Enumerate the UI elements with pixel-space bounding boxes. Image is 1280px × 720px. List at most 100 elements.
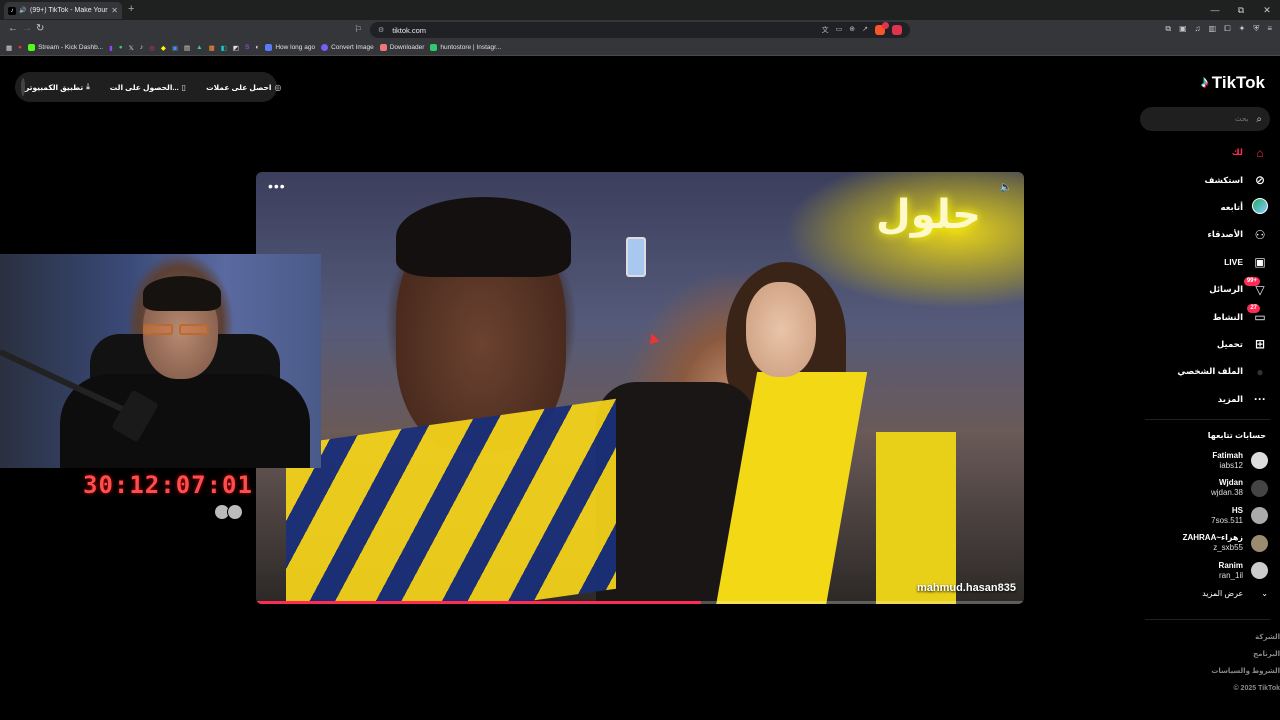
sidebar-item-profile[interactable]: الملف الشخصي ● bbox=[1158, 358, 1268, 385]
leo-icon[interactable]: ✦ bbox=[1239, 24, 1246, 34]
cast-icon[interactable]: ▭ bbox=[836, 25, 843, 35]
footer-link-company[interactable]: الشركة bbox=[1211, 629, 1280, 646]
video-scene-shape bbox=[626, 237, 646, 277]
volume-icon[interactable]: 🔈 bbox=[1000, 182, 1012, 193]
apps-grid-icon[interactable]: ▦ bbox=[6, 44, 12, 52]
video-username[interactable]: mahmud.hasan835 bbox=[917, 582, 1016, 594]
bookmark-icon[interactable]: ⚐ bbox=[354, 24, 362, 35]
list-item[interactable]: Fatimah iabs12 bbox=[1148, 447, 1268, 475]
close-tab-icon[interactable]: ✕ bbox=[111, 6, 118, 15]
sidebar-item-following[interactable]: أتابعه bbox=[1158, 194, 1268, 221]
pc-app-link[interactable]: تطبيق الكمبيوتر ⤓ bbox=[25, 82, 90, 92]
twitch-icon[interactable]: ▮ bbox=[109, 44, 113, 52]
bookmark-how-long-ago[interactable]: How long ago bbox=[265, 44, 315, 51]
video-scene-shape bbox=[396, 197, 571, 277]
list-item[interactable]: HS 7sos.511 bbox=[1148, 502, 1268, 530]
copyright: © 2025 TikTok bbox=[1233, 685, 1280, 692]
more-icon: ··· bbox=[1254, 392, 1266, 407]
sidebar-item-messages[interactable]: الرسائل ▽ 99+ bbox=[1158, 276, 1268, 303]
more-options-icon[interactable]: ••• bbox=[268, 178, 286, 194]
wallet-icon[interactable]: ▣ bbox=[1179, 24, 1187, 34]
show-more-button[interactable]: عرض المزيد ⌄ bbox=[1202, 589, 1268, 598]
share-icon[interactable]: ↗ bbox=[862, 25, 868, 35]
sidebar-item-explore[interactable]: استكشف ⊘ bbox=[1158, 166, 1268, 193]
puzzle-icon[interactable]: ⧉ bbox=[1165, 24, 1171, 34]
bookmark-icon-blue[interactable]: ▣ bbox=[172, 44, 178, 52]
search-input[interactable]: ⌕ بحث bbox=[1140, 107, 1270, 131]
extension-icons: ⧉ ▣ ♫ ▥ ⧠ ✦ ⛨ ≡ bbox=[1165, 24, 1272, 34]
footer-link-program[interactable]: البرنامج bbox=[1211, 646, 1280, 663]
sidebar-icon[interactable]: ▥ bbox=[1209, 24, 1217, 34]
tabs-icon[interactable]: ⧠ bbox=[1224, 24, 1230, 34]
bookmark-icon-dark[interactable]: ◩ bbox=[233, 44, 239, 52]
stream-timer: 30:12:07:01 bbox=[83, 471, 253, 499]
bookmark-convert-image[interactable]: Convert Image bbox=[321, 44, 374, 51]
search-icon[interactable]: ⌕ bbox=[1256, 114, 1262, 125]
video-player[interactable]: حلول ••• 🔈 mahmud.hasan835 bbox=[256, 172, 1024, 604]
browser-tab[interactable]: ♪ 🔊 (99+) TikTok - Make Your Day ✕ bbox=[4, 2, 122, 19]
list-item[interactable]: Wjdan wjdan.38 bbox=[1148, 475, 1268, 503]
avatar-icon bbox=[1252, 197, 1268, 217]
bookmark-downloader[interactable]: Downloader bbox=[379, 44, 424, 51]
tiktok-favicon-icon: ♪ bbox=[8, 6, 16, 15]
forward-button[interactable]: → bbox=[22, 23, 32, 34]
zoom-icon[interactable]: ⊕ bbox=[849, 25, 855, 35]
divider bbox=[1145, 419, 1270, 420]
music-icon[interactable]: ♫ bbox=[1195, 24, 1201, 34]
messages-badge: 99+ bbox=[1243, 276, 1260, 286]
speaker-icon[interactable]: 🔊 bbox=[19, 7, 27, 15]
list-item[interactable]: Ranim ran_1il bbox=[1148, 557, 1268, 585]
instagram-icon[interactable]: ◎ bbox=[149, 44, 155, 52]
snapchat-icon[interactable]: ◆ bbox=[161, 44, 166, 52]
avatar bbox=[1251, 507, 1268, 525]
friends-icon: ⚇ bbox=[1254, 227, 1266, 242]
bookmark-icon-orange[interactable]: ▦ bbox=[209, 44, 215, 52]
sidebar-item-for-you[interactable]: لك ⌂ bbox=[1158, 139, 1268, 166]
bookmark-kick[interactable]: Stream - Kick Dashb... bbox=[28, 44, 103, 51]
sidebar-item-friends[interactable]: الأصدقاء ⚇ bbox=[1158, 221, 1268, 248]
phone-icon: ▯ bbox=[181, 82, 187, 92]
close-window-button[interactable]: ✕ bbox=[1254, 0, 1280, 20]
back-button[interactable]: ← bbox=[8, 23, 18, 34]
maximize-button[interactable]: ⧉ bbox=[1228, 0, 1254, 20]
translate-icon[interactable]: 文 bbox=[822, 25, 829, 35]
messages-icon: ▽ 99+ bbox=[1243, 276, 1268, 297]
minimize-button[interactable]: — bbox=[1202, 0, 1228, 20]
video-sign-text: حلول bbox=[876, 192, 981, 238]
get-coins-link[interactable]: احصل على عملات ◎ bbox=[206, 82, 281, 92]
video-scene-shape bbox=[286, 398, 616, 604]
sidebar-footer: الشركة البرنامج الشروط والسياسات © 2025 … bbox=[1211, 629, 1280, 697]
get-app-link[interactable]: الحصول على الت... ▯ bbox=[110, 82, 186, 92]
sidebar-item-activity[interactable]: النشاط ▭ 27 bbox=[1158, 303, 1268, 330]
whatsapp-icon[interactable]: ● bbox=[119, 44, 123, 51]
footer-link-terms[interactable]: الشروط والسياسات bbox=[1211, 663, 1280, 680]
bookmark-icon-red[interactable]: ● bbox=[18, 44, 22, 51]
bookmark-icon-mixed[interactable]: ◐ bbox=[255, 44, 259, 51]
bookmark-huntostore[interactable]: huntostore | Instagr... bbox=[430, 44, 501, 51]
list-item[interactable]: ZAHRAA~زهراء z_sxb55 bbox=[1148, 530, 1268, 558]
menu-icon[interactable]: ≡ bbox=[1267, 24, 1272, 34]
tiktok-logo[interactable]: ♪ TikTok bbox=[1201, 73, 1265, 93]
sidebar-item-live[interactable]: LIVE ▣ bbox=[1158, 249, 1268, 276]
url-field[interactable]: ⚙ tiktok.com 文 ▭ ⊕ ↗ bbox=[370, 22, 910, 38]
bookmark-icon-teal[interactable]: ◧ bbox=[221, 44, 227, 52]
new-tab-button[interactable]: + bbox=[128, 3, 134, 15]
bookmark-icon-green[interactable]: ▲ bbox=[196, 44, 202, 51]
avatar bbox=[1251, 452, 1268, 470]
x-icon[interactable]: 𝕏 bbox=[129, 44, 134, 52]
following-heading: حسابات تتابعها bbox=[1207, 431, 1266, 440]
bookmark-icon-purple[interactable]: S bbox=[245, 44, 249, 51]
brave-rewards-icon[interactable] bbox=[892, 25, 902, 35]
brave-shield-icon[interactable] bbox=[875, 22, 889, 35]
tiktok-icon[interactable]: ♪ bbox=[140, 44, 143, 51]
site-info-icon[interactable]: ⚙ bbox=[378, 26, 384, 34]
tiktok-page: تطبيق الكمبيوتر ⤓ الحصول على الت... ▯ اح… bbox=[0, 57, 1280, 720]
sidebar-item-upload[interactable]: تحميل ⊞ bbox=[1158, 331, 1268, 358]
divider bbox=[1145, 619, 1270, 620]
reload-button[interactable]: ↻ bbox=[36, 23, 44, 34]
sidebar-item-more[interactable]: المزيد ··· bbox=[1158, 386, 1268, 413]
bookmark-icon-gray[interactable]: ▤ bbox=[184, 44, 190, 52]
vpn-icon[interactable]: ⛨ bbox=[1253, 24, 1259, 34]
video-progress-bar[interactable] bbox=[256, 601, 1024, 604]
tiktok-note-icon: ♪ bbox=[1200, 74, 1209, 91]
